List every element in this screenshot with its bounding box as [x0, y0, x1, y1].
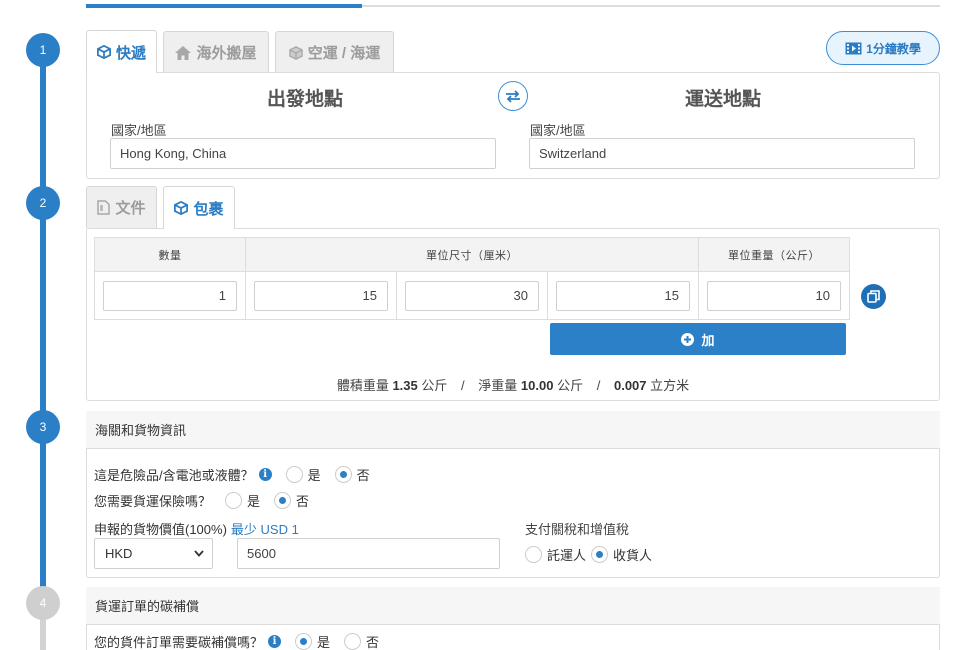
tab-air-sea-freight-label: 空運 / 海運: [307, 45, 381, 62]
insurance-row: 您需要貨運保險嗎？ 是 否: [94, 491, 309, 510]
carbon-no-label: 否: [366, 635, 380, 650]
summary-separator: /: [596, 378, 601, 393]
destination-country-label: 國家/地區: [530, 123, 586, 138]
volumetric-weight-label: 體積重量: [336, 378, 389, 393]
dangerous-no-label: 否: [356, 468, 370, 483]
net-weight-value: 10.00: [520, 378, 554, 393]
swap-locations-button[interactable]: [498, 81, 528, 111]
dimensions-header: 單位尺寸（厘米）: [245, 237, 699, 272]
tab-overseas-moving-label: 海外搬屋: [196, 45, 257, 62]
height-input[interactable]: 15: [556, 280, 690, 311]
home-icon: [175, 45, 192, 60]
step-4-marker: 4: [26, 586, 60, 620]
carbon-yes-radio[interactable]: [295, 633, 313, 650]
step-2-marker: 2: [26, 186, 60, 220]
document-icon: [97, 200, 111, 215]
film-icon: [845, 42, 862, 54]
quantity-header: 數量: [94, 237, 246, 272]
volumetric-weight-value: 1.35: [392, 378, 418, 393]
tab-documents-label: 文件: [115, 200, 146, 217]
add-package-button[interactable]: 加: [550, 323, 846, 355]
width-input[interactable]: 30: [405, 280, 539, 311]
tab-express[interactable]: 快遞: [86, 30, 157, 73]
step-timeline-active: [40, 50, 46, 610]
customs-panel-title: 海關和貨物資訊: [86, 411, 940, 449]
tab-package[interactable]: 包裹: [163, 186, 235, 229]
tutorial-button[interactable]: 1分鐘教學: [826, 31, 940, 65]
tab-package-label: 包裹: [193, 200, 224, 218]
net-weight-label: 淨重量: [478, 378, 518, 393]
plus-circle-icon: [681, 332, 695, 346]
origin-country-input[interactable]: Hong Kong, China: [110, 138, 496, 169]
tab-documents[interactable]: 文件: [86, 186, 157, 228]
destination-country-input[interactable]: Switzerland: [529, 138, 915, 169]
duties-row: 託運人 收貨人: [525, 545, 652, 564]
carbon-offset-question: 您的貨件訂單需要碳補償嗎？: [94, 635, 264, 650]
currency-selected: HKD: [105, 546, 133, 561]
tab-overseas-moving[interactable]: 海外搬屋: [163, 31, 269, 73]
info-icon[interactable]: i: [258, 468, 272, 481]
info-icon[interactable]: i: [268, 635, 282, 648]
step-3-marker: 3: [26, 410, 60, 444]
currency-select[interactable]: HKD: [94, 538, 213, 569]
length-input[interactable]: 15: [254, 280, 388, 311]
duplicate-row-button[interactable]: [861, 284, 886, 309]
insurance-yes-radio[interactable]: [225, 492, 243, 509]
carbon-no-radio[interactable]: [344, 633, 362, 650]
dangerous-yes-label: 是: [307, 468, 321, 483]
dangerous-no-radio[interactable]: [334, 466, 352, 483]
volume-value: 0.007: [613, 378, 647, 393]
duties-shipper-label: 託運人: [547, 548, 587, 563]
add-package-label: 加: [701, 332, 715, 348]
insurance-no-label: 否: [296, 494, 310, 509]
destination-title: 運送地點: [684, 89, 761, 110]
volumetric-weight-unit: 公斤: [421, 378, 448, 393]
chevron-down-icon: [194, 550, 204, 557]
declared-value-label: 申報的貨物價值(100%): [94, 522, 227, 537]
dangerous-goods-row: 這是危險品/含電池或液體？ i 是 否: [94, 465, 370, 484]
insurance-yes-label: 是: [247, 494, 261, 509]
table-row: 1 15 30 15 10: [94, 271, 850, 320]
carbon-offset-row: 您的貨件訂單需要碳補償嗎？ i 是 否: [94, 632, 379, 650]
origin-country-label: 國家/地區: [111, 123, 167, 138]
tab-express-label: 快遞: [115, 44, 146, 62]
volume-unit: 立方米: [650, 378, 690, 393]
dangerous-yes-radio[interactable]: [285, 466, 303, 483]
tab-air-sea-freight[interactable]: 空運 / 海運: [275, 31, 394, 73]
duties-receiver-label: 收貨人: [613, 548, 653, 563]
copy-icon: [867, 290, 880, 303]
weight-header: 單位重量（公斤）: [698, 237, 850, 272]
carbon-panel-title: 貨運訂單的碳補償: [86, 587, 940, 625]
progress-fill: [86, 4, 362, 8]
tutorial-label: 1分鐘教學: [866, 41, 921, 56]
cube-icon: [174, 201, 189, 215]
duties-shipper-radio[interactable]: [525, 546, 542, 563]
summary-separator: /: [461, 378, 465, 393]
minimum-value-label: 最少 USD 1: [230, 522, 299, 537]
box-icon: [288, 45, 303, 60]
declared-value-input[interactable]: 5600: [237, 538, 500, 569]
insurance-question: 您需要貨運保險嗎？: [94, 494, 212, 509]
cube-icon: [96, 45, 111, 59]
net-weight-unit: 公斤: [557, 378, 584, 393]
step-1-marker: 1: [26, 33, 60, 67]
package-table: 數量 單位尺寸（厘米） 單位重量（公斤） 1 15 30 15 10: [94, 237, 850, 320]
carbon-yes-label: 是: [317, 635, 331, 650]
weight-summary: 體積重量 1.35 公斤 / 淨重量 10.00 公斤 / 0.007 立方米: [86, 375, 940, 394]
quantity-input[interactable]: 1: [103, 280, 237, 311]
declared-value-label-row: 申報的貨物價值(100%) 最少 USD 1: [94, 519, 299, 538]
dangerous-goods-question: 這是危險品/含電池或液體？: [94, 468, 254, 483]
duties-receiver-radio[interactable]: [591, 546, 609, 563]
weight-input[interactable]: 10: [707, 280, 841, 311]
duties-label: 支付關稅和增值稅: [525, 522, 630, 537]
insurance-no-radio[interactable]: [274, 492, 292, 509]
swap-arrows-icon: [506, 89, 520, 103]
origin-title: 出發地點: [266, 89, 343, 110]
